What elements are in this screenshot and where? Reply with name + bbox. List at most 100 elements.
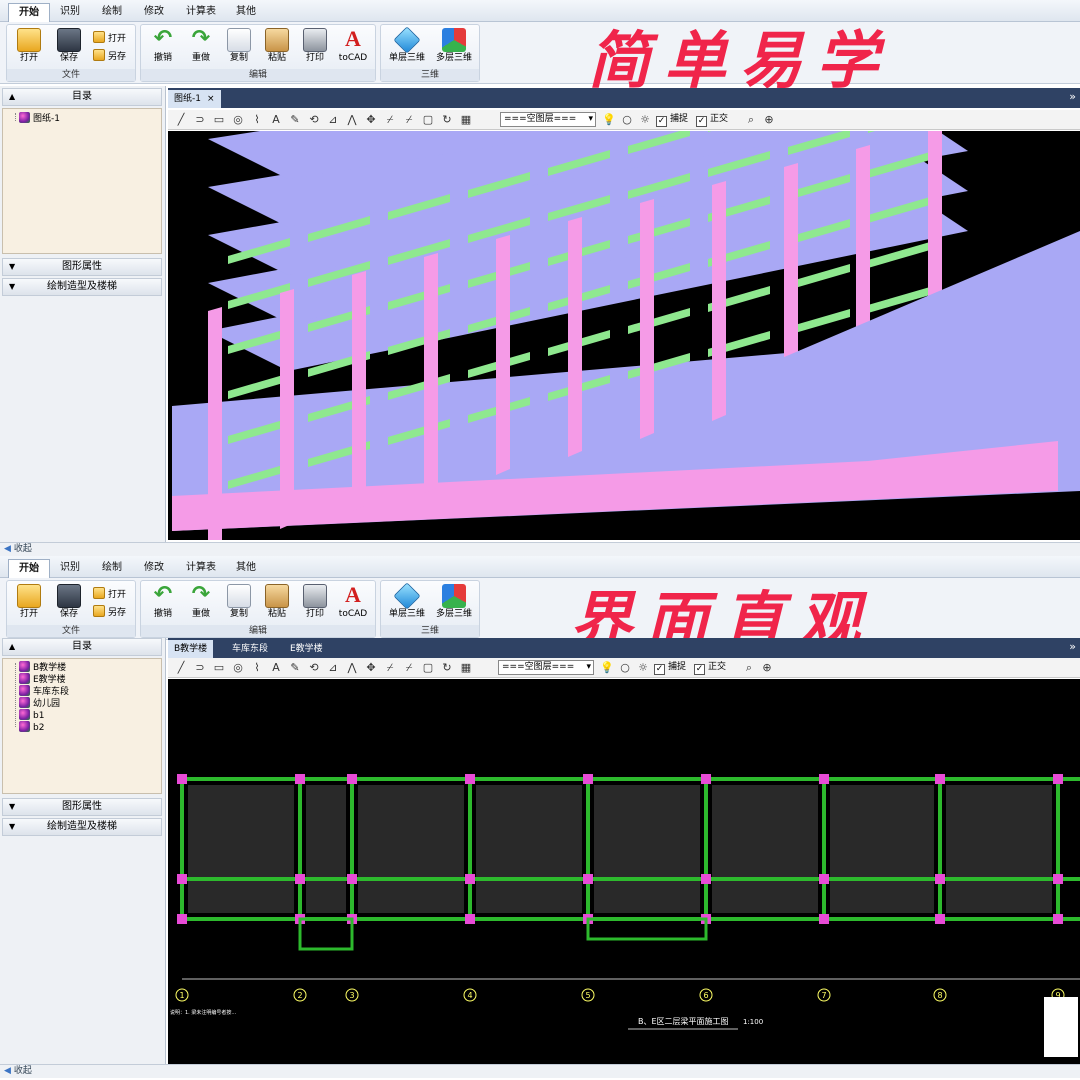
rotate-icon[interactable]: ↻ (440, 113, 454, 127)
shape-props-header[interactable]: ▼ 图形属性 (2, 798, 162, 816)
crosshair-icon[interactable]: ⊕ (762, 113, 776, 127)
paste-button[interactable]: 粘贴 (259, 584, 295, 624)
rect-icon[interactable]: ▭ (212, 113, 226, 127)
open-small-button[interactable]: 打开 (93, 587, 126, 603)
redo-button[interactable]: ↷ 重做 (183, 28, 219, 68)
print-button[interactable]: 打印 (297, 28, 333, 68)
doc-tab-b-building[interactable]: B教学楼 (168, 640, 214, 658)
tocad-button[interactable]: A toCAD (335, 28, 371, 68)
modeling-header[interactable]: ▼ 绘制造型及楼梯 (2, 818, 162, 836)
bulb-off-icon[interactable]: ○ (620, 113, 634, 127)
menu-tab-draw[interactable]: 绘制 (92, 3, 132, 22)
menu-tab-recognize[interactable]: 识别 (50, 559, 90, 578)
open-button[interactable]: 打开 (11, 584, 47, 624)
extend-icon[interactable]: ⌿ (402, 661, 416, 675)
save-button[interactable]: 保存 (51, 28, 87, 68)
snap-checkbox[interactable]: ✓ 捕捉 (656, 113, 688, 127)
trim-icon[interactable]: ⌿ (383, 661, 397, 675)
line-icon[interactable]: ╱ (174, 113, 188, 127)
zoom-icon[interactable]: ⌕ (742, 661, 756, 675)
open-button[interactable]: 打开 (11, 28, 47, 68)
ortho-checkbox[interactable]: ✓ 正交 (694, 661, 726, 675)
menu-tab-start[interactable]: 开始 (8, 3, 50, 22)
modeling-header[interactable]: ▼ 绘制造型及楼梯 (2, 278, 162, 296)
array-icon[interactable]: ▦ (459, 113, 473, 127)
extend-icon[interactable]: ⌿ (402, 113, 416, 127)
copy-button[interactable]: 复制 (221, 28, 257, 68)
tree-item-drawing-1[interactable]: 图纸-1 (19, 112, 60, 124)
circle-icon[interactable]: ◎ (231, 661, 245, 675)
ortho-checkbox[interactable]: ✓ 正交 (696, 113, 728, 127)
save-as-button[interactable]: 另存 (93, 49, 126, 65)
single-3d-button[interactable]: 单层三维 (385, 582, 429, 624)
catalog-header[interactable]: ▲ 目录 (2, 88, 162, 106)
select-icon[interactable]: ⟲ (307, 661, 321, 675)
polyline-icon[interactable]: ⌇ (250, 661, 264, 675)
bulb-off-icon[interactable]: ○ (618, 661, 632, 675)
trim-icon[interactable]: ⌿ (383, 113, 397, 127)
brush-icon[interactable]: ✎ (288, 661, 302, 675)
tree-item[interactable]: b2 (19, 721, 44, 733)
tree-item[interactable]: b1 (19, 709, 44, 721)
redo-button[interactable]: ↷ 重做 (183, 584, 219, 624)
multi-3d-button[interactable]: 多层三维 (431, 584, 477, 624)
single-3d-button[interactable]: 单层三维 (385, 26, 429, 68)
tocad-button[interactable]: A toCAD (335, 584, 371, 624)
tree-item[interactable]: 幼儿园 (19, 697, 60, 709)
sun-icon[interactable]: ☼ (638, 113, 652, 127)
snap-checkbox[interactable]: ✓ 捕捉 (654, 661, 686, 675)
menu-tab-start[interactable]: 开始 (8, 559, 50, 578)
offset-icon[interactable]: ▢ (421, 113, 435, 127)
doc-tab-garage-east[interactable]: 车库东段 (226, 640, 274, 658)
flip-icon[interactable]: ⋀ (345, 661, 359, 675)
save-button[interactable]: 保存 (51, 584, 87, 624)
undo-button[interactable]: ↶ 撤销 (145, 28, 181, 68)
print-button[interactable]: 打印 (297, 584, 333, 624)
save-as-button[interactable]: 另存 (93, 605, 126, 621)
menu-tab-other[interactable]: 其他 (226, 3, 266, 22)
menu-tab-modify[interactable]: 修改 (134, 559, 174, 578)
layer-select[interactable]: ===空图层=== (498, 660, 594, 675)
menu-tab-calc[interactable]: 计算表 (176, 559, 226, 578)
doc-tab-e-building[interactable]: E教学楼 (284, 640, 329, 658)
close-icon[interactable]: × (207, 94, 215, 104)
offset-icon[interactable]: ▢ (421, 661, 435, 675)
shape-props-header[interactable]: ▼ 图形属性 (2, 258, 162, 276)
sun-icon[interactable]: ☼ (636, 661, 650, 675)
text-icon[interactable]: A (269, 113, 283, 127)
undo-button[interactable]: ↶ 撤销 (145, 584, 181, 624)
tree-item[interactable]: E教学楼 (19, 673, 66, 685)
rect-icon[interactable]: ▭ (212, 661, 226, 675)
mirror-icon[interactable]: ⊿ (326, 113, 340, 127)
menu-tab-recognize[interactable]: 识别 (50, 3, 90, 22)
collapse-bar[interactable]: ◀ 收起 (0, 1064, 1080, 1078)
mirror-icon[interactable]: ⊿ (326, 661, 340, 675)
flip-icon[interactable]: ⋀ (345, 113, 359, 127)
brush-icon[interactable]: ✎ (288, 113, 302, 127)
zoom-icon[interactable]: ⌕ (744, 113, 758, 127)
array-icon[interactable]: ▦ (459, 661, 473, 675)
tree-item[interactable]: B教学楼 (19, 661, 66, 673)
arc-icon[interactable]: ⊃ (193, 661, 207, 675)
layer-select[interactable]: ===空图层=== (500, 112, 596, 127)
doc-tab-drawing-1[interactable]: 图纸-1 × (168, 90, 221, 108)
arc-icon[interactable]: ⊃ (193, 113, 207, 127)
more-tabs-icon[interactable]: » (1069, 640, 1076, 653)
paste-button[interactable]: 粘贴 (259, 28, 295, 68)
text-icon[interactable]: A (269, 661, 283, 675)
crosshair-icon[interactable]: ⊕ (760, 661, 774, 675)
menu-tab-modify[interactable]: 修改 (134, 3, 174, 22)
cad-viewport[interactable]: 1 2 3 4 5 6 7 8 9 B、E区二层梁平面施工图 1:100 说明：1. 梁未注明编号… (168, 679, 1080, 1064)
bulb-icon[interactable]: 💡 (602, 113, 616, 127)
multi-3d-button[interactable]: 多层三维 (431, 28, 477, 68)
more-tabs-icon[interactable]: » (1069, 90, 1076, 103)
open-small-button[interactable]: 打开 (93, 31, 126, 47)
menu-tab-calc[interactable]: 计算表 (176, 3, 226, 22)
move-icon[interactable]: ✥ (364, 661, 378, 675)
line-icon[interactable]: ╱ (174, 661, 188, 675)
menu-tab-other[interactable]: 其他 (226, 559, 266, 578)
move-icon[interactable]: ✥ (364, 113, 378, 127)
polyline-icon[interactable]: ⌇ (250, 113, 264, 127)
tree-item[interactable]: 车库东段 (19, 685, 69, 697)
3d-viewport[interactable] (168, 131, 1080, 540)
